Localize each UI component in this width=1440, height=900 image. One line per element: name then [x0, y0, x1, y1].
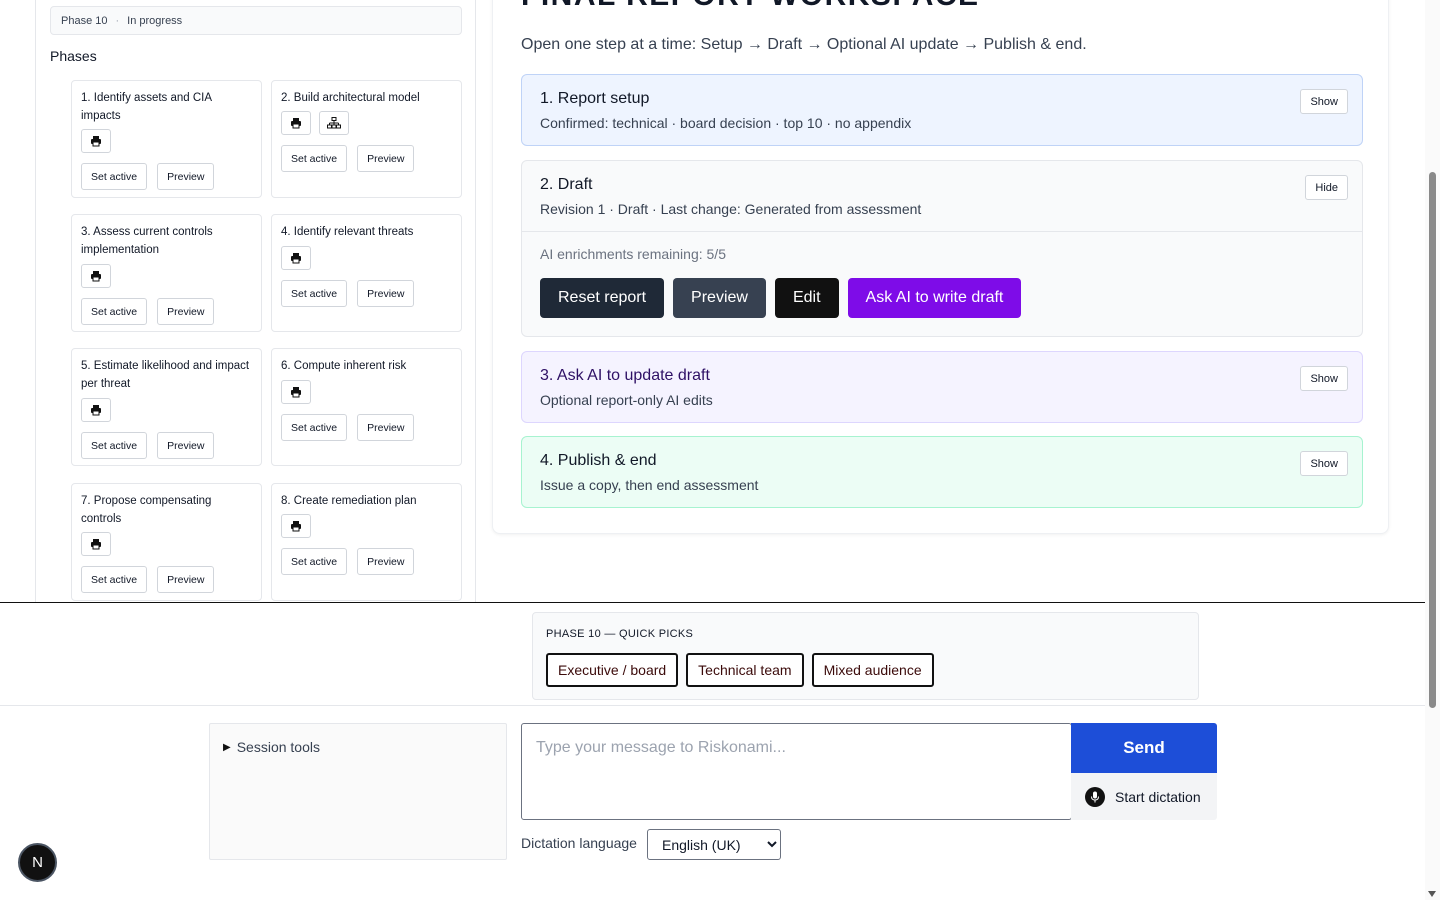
phase-number: Phase 10: [61, 14, 108, 27]
start-dictation-button[interactable]: Start dictation: [1071, 773, 1217, 820]
quick-pick-technical-team[interactable]: Technical team: [686, 653, 804, 687]
set-active-button[interactable]: Set active: [281, 280, 348, 307]
dictation-language-select[interactable]: English (UK): [647, 829, 781, 860]
preview-button[interactable]: Preview: [157, 566, 215, 593]
printer-icon[interactable]: [81, 264, 111, 288]
step-subtitle: Revision 1 · Draft · Last change: Genera…: [540, 201, 922, 217]
phase-title: 1. Identify assets and CIA impacts: [81, 92, 212, 122]
phase-title: 6. Compute inherent risk: [281, 360, 407, 372]
ai-enrichments-remaining: AI enrichments remaining: 5/5: [540, 246, 726, 262]
divider: [522, 231, 1362, 232]
phase-card-8: 8. Create remediation plan Set active Pr…: [271, 483, 462, 601]
n-logo-badge[interactable]: N: [18, 843, 57, 882]
send-button[interactable]: Send: [1071, 723, 1217, 773]
step-subtitle: Confirmed: technical · board decision · …: [540, 115, 912, 131]
step-title: 4. Publish & end: [540, 452, 657, 469]
phase-status-bar: Phase 10 · In progress: [50, 6, 462, 35]
step-subtitle: Issue a copy, then end assessment: [540, 477, 759, 493]
printer-icon[interactable]: [81, 129, 111, 153]
phases-panel: Phase 10 · In progress Phases 1. Identif…: [35, 0, 476, 602]
quick-picks-label: PHASE 10 — QUICK PICKS: [546, 628, 694, 640]
phase-card-3: 3. Assess current controls implementatio…: [71, 214, 262, 332]
set-active-button[interactable]: Set active: [81, 298, 148, 325]
microphone-icon: [1085, 786, 1105, 807]
step-title: 3. Ask AI to update draft: [540, 367, 710, 384]
session-tools-panel: ▶ Session tools: [209, 723, 507, 860]
printer-icon[interactable]: [281, 246, 311, 270]
quick-picks-panel: PHASE 10 — QUICK PICKS Executive / board…: [532, 612, 1199, 700]
show-button[interactable]: Show: [1300, 366, 1348, 391]
separator: ·: [115, 14, 120, 27]
set-active-button[interactable]: Set active: [281, 548, 348, 575]
set-active-button[interactable]: Set active: [281, 145, 348, 172]
printer-icon[interactable]: [281, 380, 311, 404]
step-draft: 2. Draft Revision 1 · Draft · Last chang…: [521, 160, 1363, 337]
phase-card-2: 2. Build architectural model Set active …: [271, 80, 462, 198]
phase-card-7: 7. Propose compensating controls Set act…: [71, 483, 262, 601]
hide-button[interactable]: Hide: [1305, 175, 1348, 200]
phase-card-1: 1. Identify assets and CIA impacts Set a…: [71, 80, 262, 198]
phase-status-text: In progress: [127, 14, 183, 27]
preview-button[interactable]: Preview: [357, 145, 415, 172]
preview-button[interactable]: Preview: [357, 548, 415, 575]
session-tools-toggle[interactable]: ▶ Session tools: [223, 739, 320, 755]
phases-heading: Phases: [50, 48, 97, 64]
phase-title: 4. Identify relevant threats: [281, 226, 414, 238]
set-active-button[interactable]: Set active: [81, 566, 148, 593]
edit-draft-button[interactable]: Edit: [774, 278, 839, 318]
phase-title: 8. Create remediation plan: [281, 495, 417, 507]
set-active-button[interactable]: Set active: [281, 414, 348, 441]
draft-actions: Reset report Preview Edit Ask AI to writ…: [540, 278, 1022, 318]
workspace-intro: Open one step at a time: Setup → Draft →…: [521, 36, 1087, 53]
quick-picks-options: Executive / board Technical team Mixed a…: [546, 653, 934, 687]
printer-icon[interactable]: [81, 532, 111, 556]
quick-pick-mixed-audience[interactable]: Mixed audience: [811, 653, 934, 687]
disclosure-triangle-icon: ▶: [223, 741, 231, 753]
phase-card-4: 4. Identify relevant threats Set active …: [271, 214, 462, 332]
ask-ai-write-draft-button[interactable]: Ask AI to write draft: [847, 278, 1022, 318]
section-divider: [0, 602, 1425, 603]
workspace-title: FINAL REPORT WORKSPACE: [521, 0, 980, 11]
step-ask-ai-update: 3. Ask AI to update draft Optional repor…: [521, 351, 1363, 423]
scrollbar-thumb[interactable]: [1429, 172, 1436, 708]
step-report-setup: 1. Report setup Confirmed: technical · b…: [521, 74, 1363, 146]
phase-title: 2. Build architectural model: [281, 92, 420, 104]
step-publish-end: 4. Publish & end Issue a copy, then end …: [521, 436, 1363, 508]
show-button[interactable]: Show: [1300, 89, 1348, 114]
preview-draft-button[interactable]: Preview: [673, 278, 766, 318]
printer-icon[interactable]: [81, 398, 111, 422]
set-active-button[interactable]: Set active: [81, 163, 148, 190]
preview-button[interactable]: Preview: [357, 414, 415, 441]
scroll-down-icon[interactable]: [1428, 891, 1436, 897]
printer-icon[interactable]: [281, 514, 311, 538]
preview-button[interactable]: Preview: [157, 298, 215, 325]
preview-button[interactable]: Preview: [157, 163, 215, 190]
printer-icon[interactable]: [281, 111, 311, 135]
message-input[interactable]: [521, 723, 1072, 820]
step-title: 1. Report setup: [540, 90, 650, 107]
phase-card-6: 6. Compute inherent risk Set active Prev…: [271, 348, 462, 466]
final-report-workspace: FINAL REPORT WORKSPACE Open one step at …: [492, 0, 1389, 534]
diagram-icon[interactable]: [319, 111, 349, 135]
reset-report-button[interactable]: Reset report: [540, 278, 665, 318]
start-dictation-label: Start dictation: [1115, 788, 1201, 805]
set-active-button[interactable]: Set active: [81, 432, 148, 459]
dictation-language-label: Dictation language: [521, 835, 637, 851]
phase-title: 7. Propose compensating controls: [81, 495, 212, 525]
phase-title: 5. Estimate likelihood and impact per th…: [81, 360, 250, 390]
phase-card-5: 5. Estimate likelihood and impact per th…: [71, 348, 262, 466]
show-button[interactable]: Show: [1300, 451, 1348, 476]
composer-divider: [0, 705, 1425, 706]
phase-title: 3. Assess current controls implementatio…: [81, 226, 213, 256]
session-tools-label: Session tools: [236, 739, 320, 755]
preview-button[interactable]: Preview: [357, 280, 415, 307]
step-title: 2. Draft: [540, 176, 593, 193]
step-subtitle: Optional report-only AI edits: [540, 392, 713, 408]
quick-pick-executive-board[interactable]: Executive / board: [546, 653, 679, 687]
preview-button[interactable]: Preview: [157, 432, 215, 459]
page-scrollbar[interactable]: [1425, 0, 1440, 900]
